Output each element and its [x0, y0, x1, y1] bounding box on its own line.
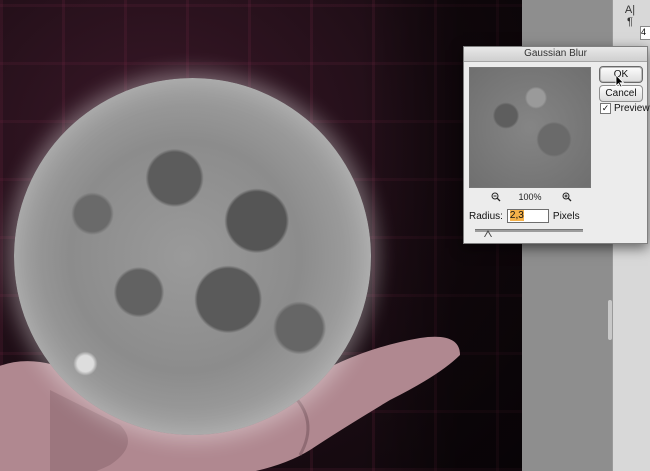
preview-label: Preview [614, 103, 650, 114]
preview-checkbox[interactable]: ✓ Preview [600, 103, 650, 114]
paragraph-icon[interactable]: ¶ [622, 14, 638, 30]
radius-unit-label: Pixels [552, 210, 580, 222]
radius-input[interactable]: 2,3 [506, 209, 549, 223]
radius-label: Radius: [469, 210, 503, 222]
panel-scrollbar[interactable] [608, 300, 612, 340]
blur-preview-window[interactable] [469, 67, 591, 188]
image-canvas[interactable] [0, 0, 522, 471]
cancel-label: Cancel [605, 88, 637, 99]
dialog-title[interactable]: Gaussian Blur [464, 47, 647, 62]
radius-value: 2,3 [509, 210, 524, 221]
zoom-controls: 100% [469, 192, 591, 204]
radius-row: Radius: 2,3 Pixels [469, 209, 580, 223]
slider-thumb-highlight [485, 232, 491, 237]
zoom-level: 100% [518, 192, 542, 202]
zoom-in-icon[interactable] [562, 192, 572, 202]
mouse-cursor-icon [615, 74, 625, 88]
panel-value-field[interactable]: 4 [640, 26, 650, 40]
checkbox-checked-icon[interactable]: ✓ [600, 103, 611, 114]
moon-image [14, 78, 371, 435]
paragraph-glyph: ¶ [627, 16, 633, 28]
panel-value-text: 4 [641, 27, 647, 37]
